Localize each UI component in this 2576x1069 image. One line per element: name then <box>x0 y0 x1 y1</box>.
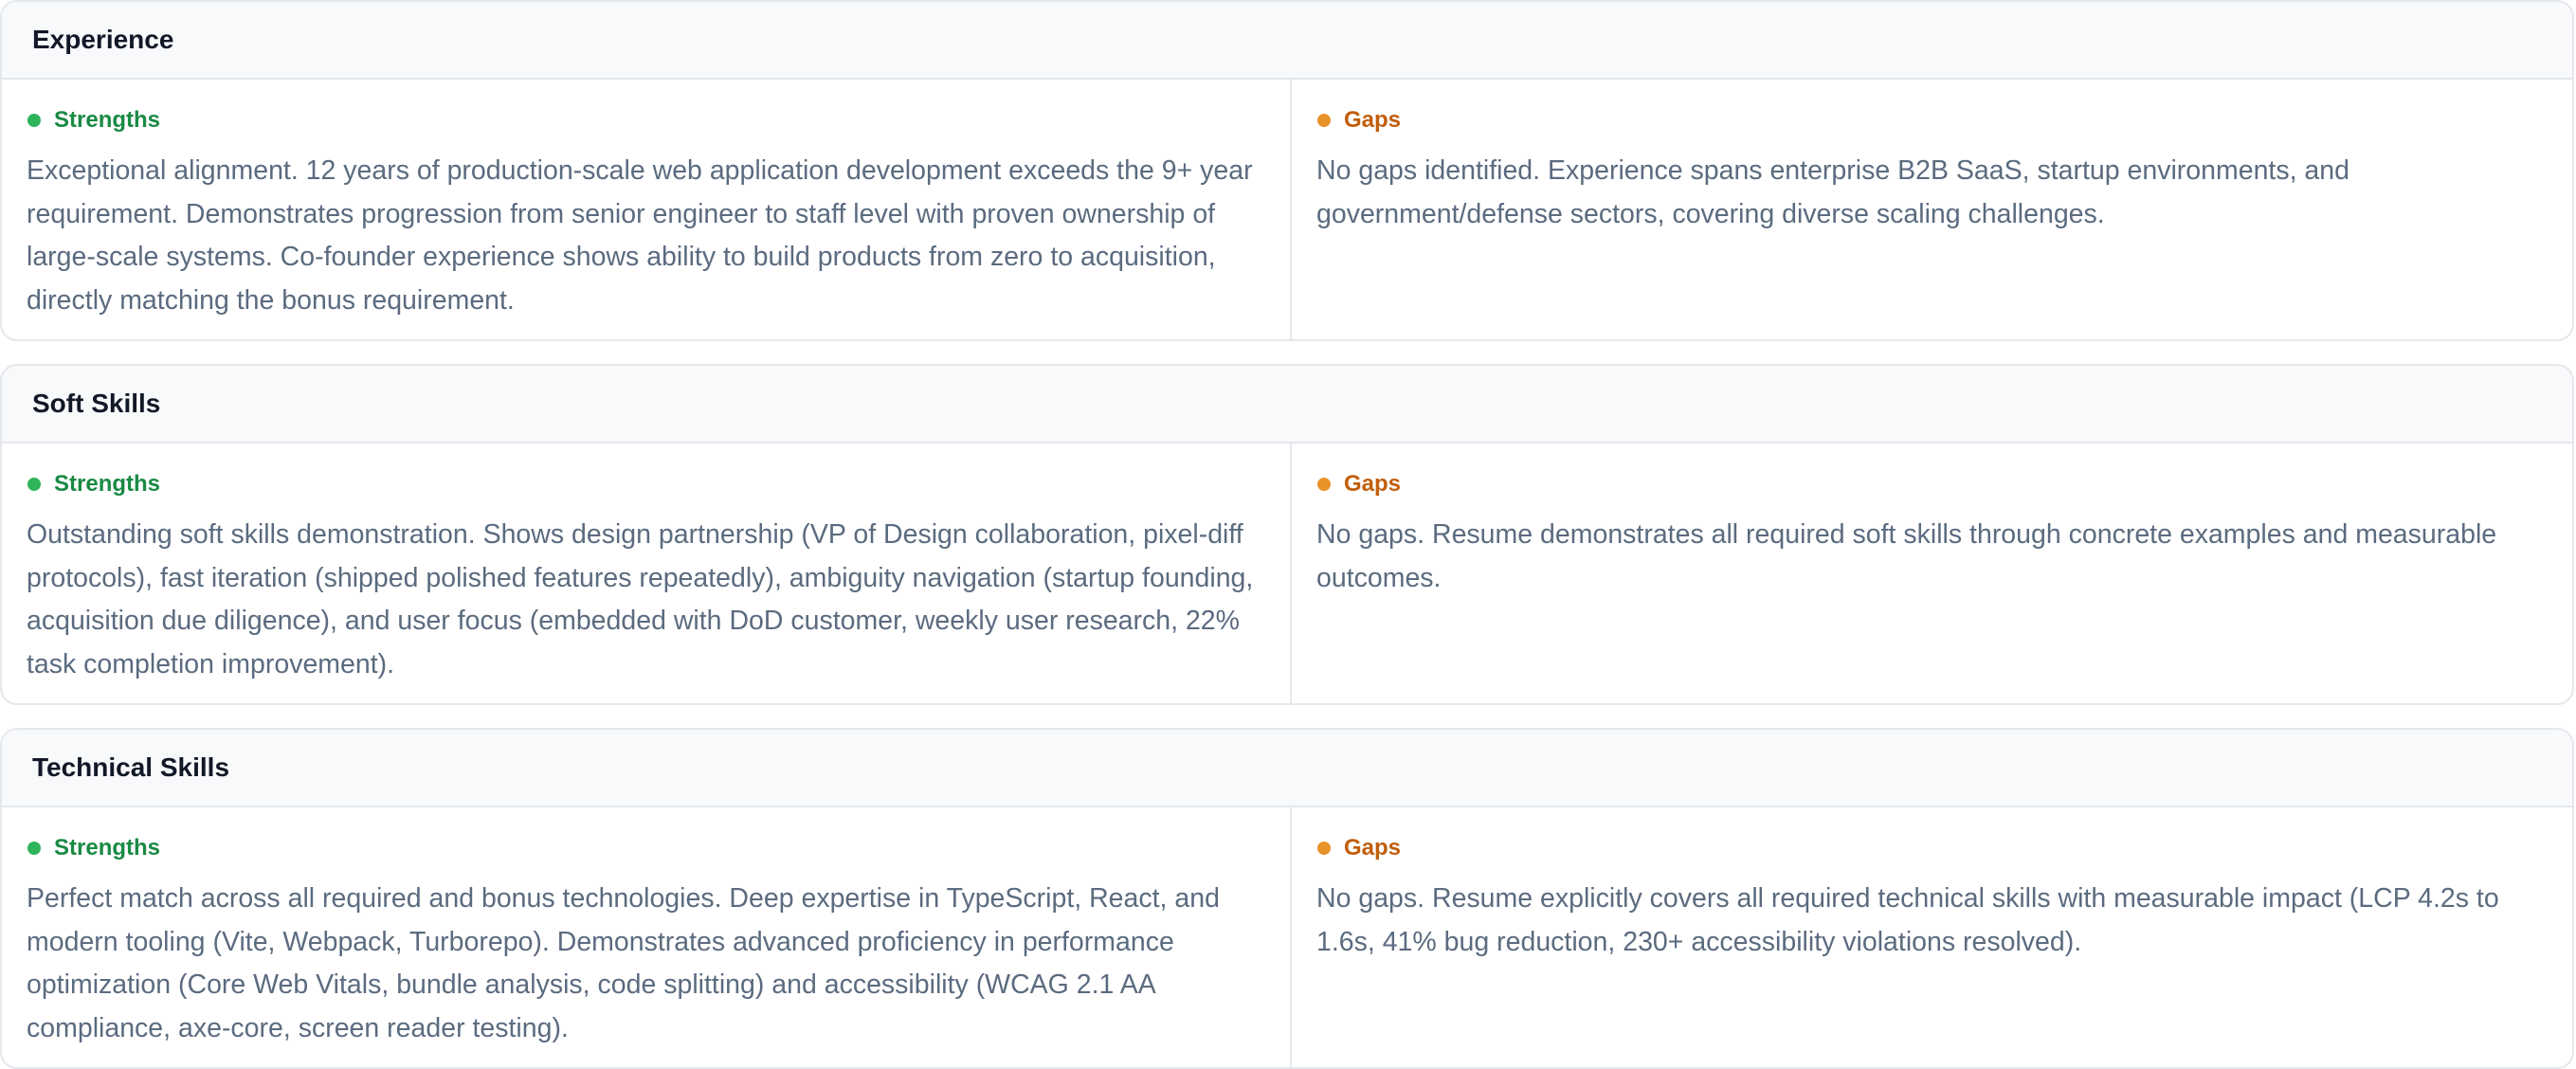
gaps-text: No gaps. Resume demonstrates all require… <box>1316 519 2497 593</box>
strengths-column: Strengths Exceptional alignment. 12 year… <box>2 80 1292 339</box>
gaps-column: Gaps No gaps. Resume demonstrates all re… <box>1292 444 2572 703</box>
assessment-panel: Experience Strengths Exceptional alignme… <box>0 0 2576 1069</box>
strengths-label: Strengths <box>54 471 161 497</box>
gaps-heading: Gaps <box>1316 104 2548 136</box>
section-title: Technical Skills <box>32 752 230 782</box>
gaps-heading: Gaps <box>1316 468 2548 500</box>
strengths-dot-icon <box>27 114 41 127</box>
strengths-dot-icon <box>27 478 41 491</box>
gaps-dot-icon <box>1317 478 1331 491</box>
section-card-soft-skills: Soft Skills Strengths Outstanding soft s… <box>0 364 2574 705</box>
gaps-text: No gaps identified. Experience spans ent… <box>1316 155 2349 229</box>
gaps-label: Gaps <box>1344 835 1402 861</box>
section-title: Soft Skills <box>32 389 161 418</box>
section-body: Strengths Exceptional alignment. 12 year… <box>2 80 2572 339</box>
section-body: Strengths Outstanding soft skills demons… <box>2 444 2572 703</box>
gaps-label: Gaps <box>1344 107 1402 133</box>
strengths-text: Outstanding soft skills demonstration. S… <box>27 519 1254 679</box>
section-title: Experience <box>32 25 174 54</box>
strengths-heading: Strengths <box>27 832 1265 864</box>
section-header: Soft Skills <box>2 366 2572 444</box>
section-card-technical-skills: Technical Skills Strengths Perfect match… <box>0 728 2574 1069</box>
gaps-label: Gaps <box>1344 471 1402 497</box>
section-body: Strengths Perfect match across all requi… <box>2 807 2572 1067</box>
gaps-heading: Gaps <box>1316 832 2548 864</box>
strengths-dot-icon <box>27 842 41 855</box>
gaps-text: No gaps. Resume explicitly covers all re… <box>1316 883 2499 957</box>
gaps-dot-icon <box>1317 114 1331 127</box>
strengths-heading: Strengths <box>27 468 1265 500</box>
section-header: Experience <box>2 2 2572 80</box>
strengths-label: Strengths <box>54 835 161 861</box>
strengths-heading: Strengths <box>27 104 1265 136</box>
section-header: Technical Skills <box>2 730 2572 807</box>
gaps-dot-icon <box>1317 842 1331 855</box>
gaps-column: Gaps No gaps. Resume explicitly covers a… <box>1292 807 2572 1067</box>
strengths-text: Exceptional alignment. 12 years of produ… <box>27 155 1253 316</box>
strengths-column: Strengths Outstanding soft skills demons… <box>2 444 1292 703</box>
strengths-column: Strengths Perfect match across all requi… <box>2 807 1292 1067</box>
strengths-text: Perfect match across all required and bo… <box>27 883 1220 1043</box>
strengths-label: Strengths <box>54 107 161 133</box>
gaps-column: Gaps No gaps identified. Experience span… <box>1292 80 2572 339</box>
section-card-experience: Experience Strengths Exceptional alignme… <box>0 0 2574 341</box>
